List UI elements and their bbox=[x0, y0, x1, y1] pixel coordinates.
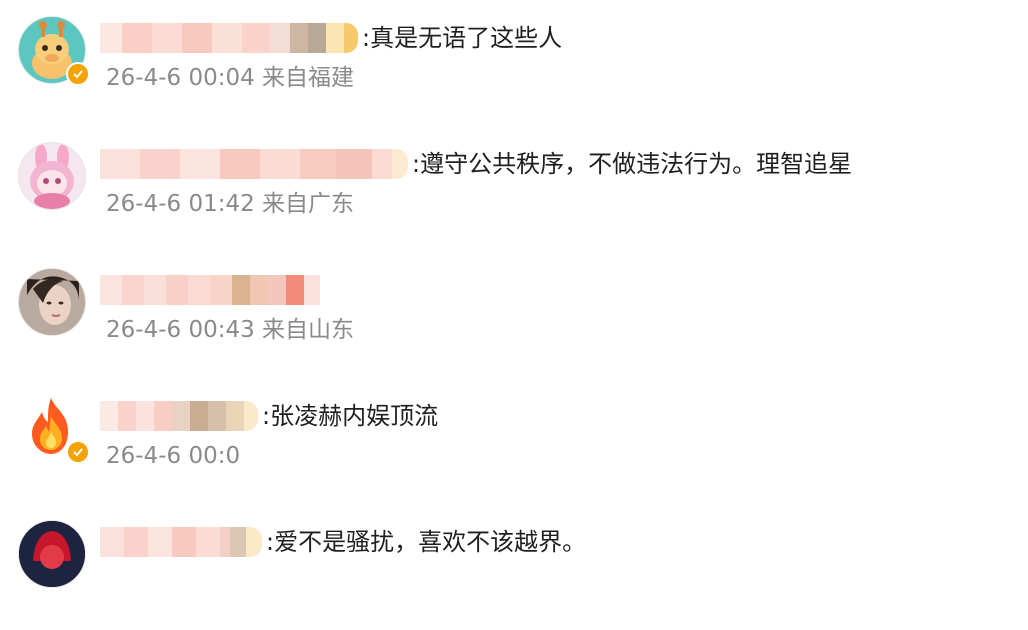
comment-item: 26-4-6 00:43 来自山东 bbox=[0, 252, 1028, 378]
comment-text: :真是无语了这些人 bbox=[362, 24, 563, 52]
blurred-username[interactable] bbox=[100, 149, 408, 179]
comment-meta: 26-4-6 00:04 来自福建 bbox=[106, 63, 354, 93]
portrait-avatar-icon bbox=[18, 268, 86, 336]
comment-text: :张凌赫内娱顶流 bbox=[262, 402, 439, 430]
comment-time: 26-4-6 00:04 bbox=[106, 65, 255, 91]
red-hood-avatar-icon bbox=[18, 520, 86, 588]
blurred-username[interactable] bbox=[100, 401, 258, 431]
verified-badge-icon bbox=[66, 440, 90, 464]
comment-location: 来自福建 bbox=[262, 65, 355, 91]
comment-header: :爱不是骚扰，喜欢不该越界。 bbox=[100, 524, 586, 560]
comment-header: :真是无语了这些人 bbox=[100, 20, 562, 56]
comment-location: 来自山东 bbox=[262, 317, 355, 343]
comment-item: :张凌赫内娱顶流 26-4-6 00:0 bbox=[0, 378, 1028, 504]
comment-header bbox=[100, 272, 324, 308]
comment-meta: 26-4-6 01:42 来自广东 bbox=[106, 189, 354, 219]
blurred-username[interactable] bbox=[100, 23, 358, 53]
verified-badge-icon bbox=[66, 62, 90, 86]
pink-rabbit-avatar-icon bbox=[18, 142, 86, 210]
comment-time: 26-4-6 00:0 bbox=[106, 443, 241, 469]
comment-item: :爱不是骚扰，喜欢不该越界。 bbox=[0, 504, 1028, 630]
comment-text: :爱不是骚扰，喜欢不该越界。 bbox=[266, 528, 587, 556]
comment-time: 26-4-6 01:42 bbox=[106, 191, 255, 217]
avatar[interactable] bbox=[18, 16, 90, 86]
comment-header: :遵守公共秩序，不做违法行为。理智追星 bbox=[100, 146, 852, 182]
comment-header: :张凌赫内娱顶流 bbox=[100, 398, 438, 434]
comment-item: :遵守公共秩序，不做违法行为。理智追星 26-4-6 01:42 来自广东 bbox=[0, 126, 1028, 252]
avatar[interactable] bbox=[18, 142, 86, 210]
comment-item: :真是无语了这些人 26-4-6 00:04 来自福建 bbox=[0, 0, 1028, 126]
comment-time: 26-4-6 00:43 bbox=[106, 317, 255, 343]
avatar[interactable] bbox=[18, 268, 86, 336]
avatar[interactable] bbox=[18, 520, 86, 588]
comment-location: 来自广东 bbox=[262, 191, 355, 217]
comment-text: :遵守公共秩序，不做违法行为。理智追星 bbox=[412, 150, 853, 178]
comment-meta: 26-4-6 00:43 来自山东 bbox=[106, 315, 354, 345]
blurred-username[interactable] bbox=[100, 275, 320, 305]
blurred-username[interactable] bbox=[100, 527, 262, 557]
comment-meta: 26-4-6 00:0 bbox=[106, 441, 240, 471]
avatar[interactable] bbox=[18, 394, 90, 464]
